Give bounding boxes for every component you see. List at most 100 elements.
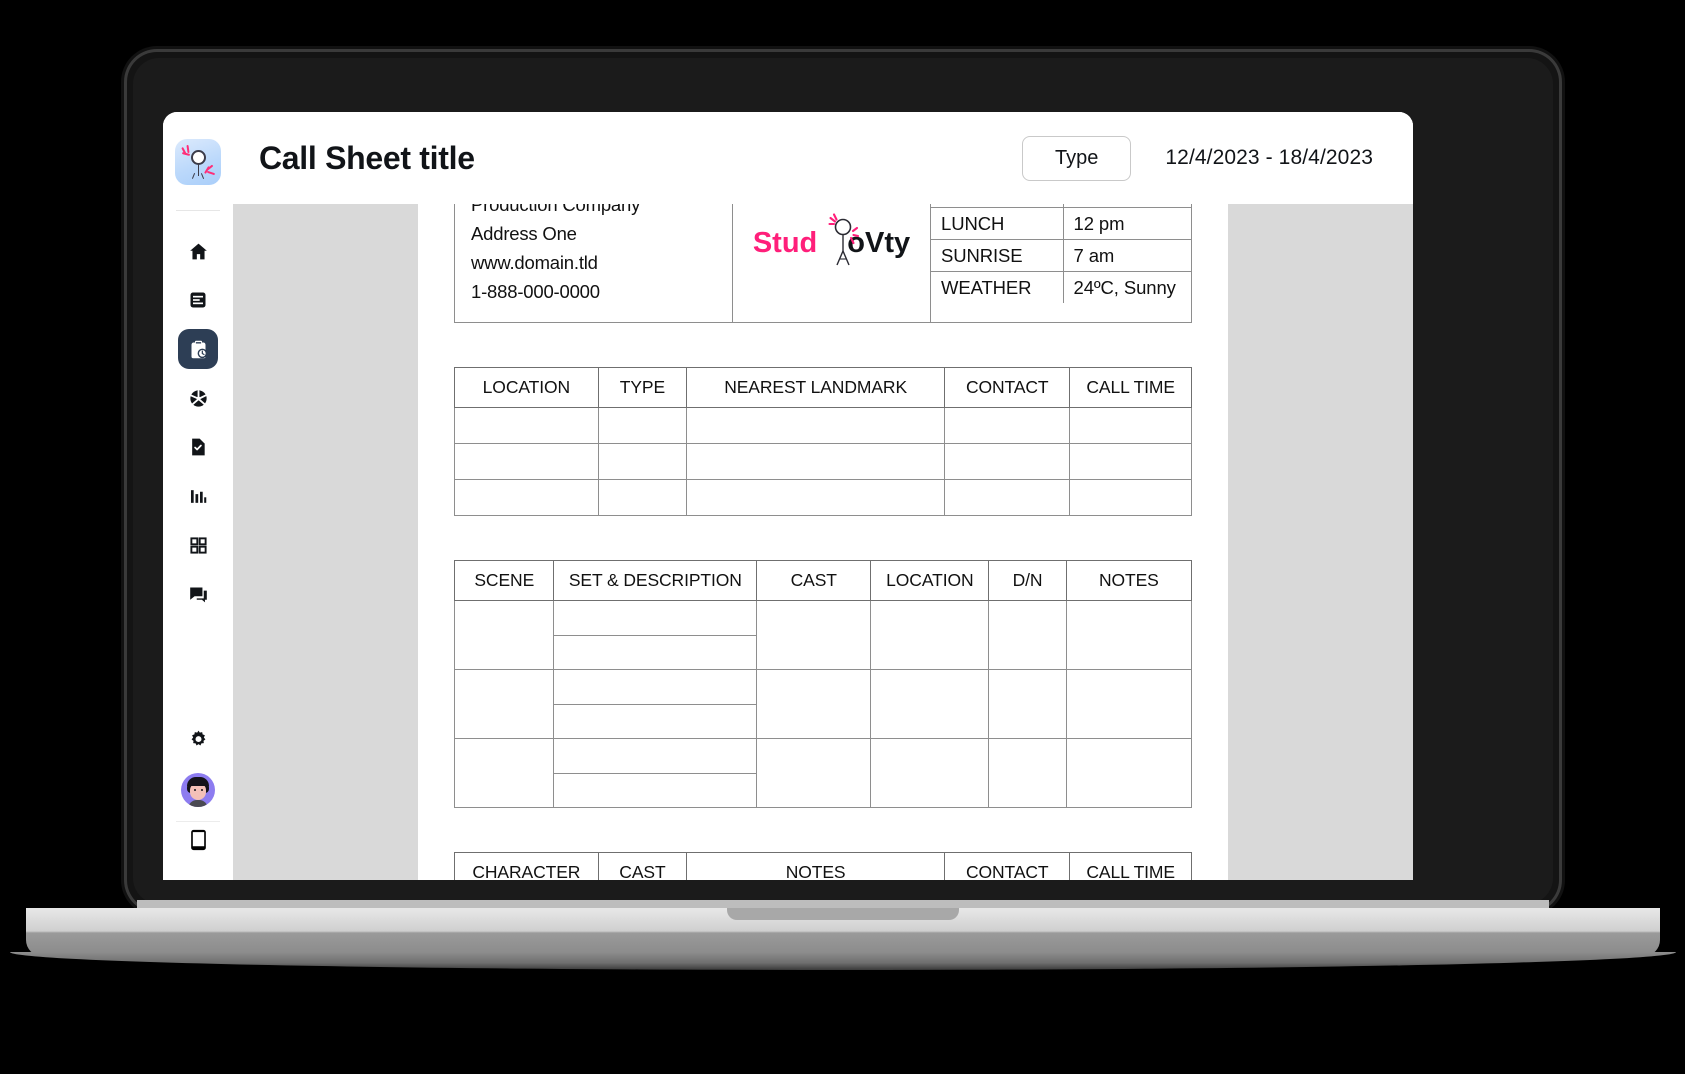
cell[interactable] <box>988 738 1067 808</box>
cell[interactable] <box>1069 407 1192 444</box>
table-row[interactable] <box>454 443 1192 480</box>
cell[interactable] <box>1069 479 1192 516</box>
cell[interactable] <box>453 738 555 808</box>
table-row[interactable] <box>453 669 1193 739</box>
cell[interactable] <box>944 443 1071 480</box>
cell[interactable] <box>454 479 599 516</box>
chat-bubbles-icon <box>188 584 209 605</box>
col-location: LOCATION <box>870 560 990 601</box>
studiovity-app-logo[interactable] <box>175 139 221 185</box>
col-scene: SCENE <box>453 560 555 601</box>
page-title: Call Sheet title <box>259 139 475 176</box>
location-table[interactable]: LOCATION TYPE NEAREST LANDMARK CONTACT C… <box>454 367 1192 516</box>
sidebar-item-reports[interactable] <box>178 427 218 467</box>
sidebar-item-settings[interactable] <box>178 719 218 759</box>
brand-part-stud: Stud <box>752 227 818 259</box>
mobile-phone-icon <box>190 829 207 856</box>
date-range-label: 12/4/2023 - 18/4/2023 <box>1165 146 1373 169</box>
table-row[interactable] <box>454 407 1192 444</box>
schedule-cell: BREAKFAST 8 am LUNCH 12 pm S <box>931 204 1191 322</box>
cell[interactable] <box>870 669 990 739</box>
sidebar-bottom-stack <box>178 719 218 811</box>
sidebar-item-mobile-app[interactable] <box>178 822 218 862</box>
laptop-trackpad-notch <box>727 908 959 920</box>
cell[interactable] <box>988 600 1067 670</box>
brand-part-ty: ty <box>884 227 911 259</box>
table-row: WEATHER 24ºC, Sunny <box>931 271 1191 303</box>
col-call-time: CALL TIME <box>1069 367 1192 408</box>
cell[interactable] <box>453 600 555 670</box>
clipboard-clock-icon <box>188 339 209 360</box>
sidebar-item-call-sheet[interactable] <box>178 329 218 369</box>
sidebar-item-messages[interactable] <box>178 574 218 614</box>
cell[interactable] <box>597 443 688 480</box>
sidebar-item-apps[interactable] <box>178 525 218 565</box>
sidebar-item-analytics[interactable] <box>178 476 218 516</box>
cell[interactable] <box>944 407 1071 444</box>
cell[interactable] <box>454 443 599 480</box>
document-scroll-area[interactable]: Production Company Address One www.domai… <box>233 204 1413 880</box>
cell-split[interactable] <box>553 600 758 670</box>
studiovity-wordmark: Stud oVty <box>742 209 922 267</box>
light-stand-icon <box>827 213 859 266</box>
col-location: LOCATION <box>454 367 599 408</box>
cell[interactable] <box>554 704 756 738</box>
cell[interactable] <box>988 669 1067 739</box>
cell[interactable] <box>554 670 757 705</box>
call-sheet-page: Production Company Address One www.domai… <box>418 204 1228 880</box>
type-button[interactable]: Type <box>1022 135 1132 181</box>
cell[interactable] <box>597 407 688 444</box>
col-character: CHARACTER <box>454 852 599 880</box>
cell[interactable] <box>756 669 872 739</box>
cell[interactable] <box>1065 600 1193 670</box>
cell[interactable] <box>870 600 990 670</box>
cell-split[interactable] <box>553 738 758 808</box>
sidebar-item-script[interactable] <box>178 280 218 320</box>
cell[interactable] <box>1065 738 1193 808</box>
app-topbar: Call Sheet title Type 12/4/2023 - 18/4/2… <box>233 112 1413 204</box>
schedule-value: 12 pm <box>1063 207 1191 240</box>
home-icon <box>188 241 209 262</box>
cell[interactable] <box>554 635 756 669</box>
sidebar-item-profile[interactable] <box>181 773 215 807</box>
cell[interactable] <box>686 479 946 516</box>
table-row[interactable] <box>453 600 1193 670</box>
main-area: Call Sheet title Type 12/4/2023 - 18/4/2… <box>233 112 1413 880</box>
screenshot-stage: Call Sheet title Type 12/4/2023 - 18/4/2… <box>0 0 1685 1074</box>
table-row[interactable] <box>453 738 1193 808</box>
cell[interactable] <box>756 600 872 670</box>
schedule-key: SUNRISE <box>931 239 1064 272</box>
cell[interactable] <box>453 669 555 739</box>
col-nearest-landmark: NEAREST LANDMARK <box>686 367 946 408</box>
col-cast: CAST <box>756 560 872 601</box>
gear-icon <box>188 729 209 750</box>
cell[interactable] <box>686 407 946 444</box>
col-contact: CONTACT <box>944 367 1071 408</box>
cell[interactable] <box>554 739 757 774</box>
scene-table[interactable]: SCENE SET & DESCRIPTION CAST LOCATION D/… <box>453 560 1193 808</box>
cell-split[interactable] <box>553 669 758 739</box>
sidebar-divider-top <box>176 210 220 211</box>
cell[interactable] <box>597 479 688 516</box>
production-website: www.domain.tld <box>471 252 598 273</box>
app-sidebar <box>163 112 233 880</box>
cell[interactable] <box>454 407 599 444</box>
cell[interactable] <box>686 443 946 480</box>
sidebar-item-shooting[interactable] <box>178 378 218 418</box>
file-check-icon <box>188 437 208 457</box>
production-header-table: Production Company Address One www.domai… <box>454 204 1192 323</box>
cell[interactable] <box>1069 443 1192 480</box>
cell[interactable] <box>756 738 872 808</box>
location-table-block: LOCATION TYPE NEAREST LANDMARK CONTACT C… <box>454 367 1192 516</box>
table-row[interactable] <box>454 479 1192 516</box>
grid-apps-icon <box>189 536 208 555</box>
cell[interactable] <box>554 601 757 636</box>
cell[interactable] <box>554 773 756 807</box>
cell[interactable] <box>1065 669 1193 739</box>
laptop-foot <box>10 952 1676 970</box>
sidebar-item-home[interactable] <box>178 231 218 271</box>
character-table[interactable]: CHARACTER CAST NOTES CONTACT CALL TIME <box>454 852 1192 880</box>
created-with-cell: Created With StudoVty <box>733 204 931 322</box>
cell[interactable] <box>870 738 990 808</box>
cell[interactable] <box>944 479 1071 516</box>
